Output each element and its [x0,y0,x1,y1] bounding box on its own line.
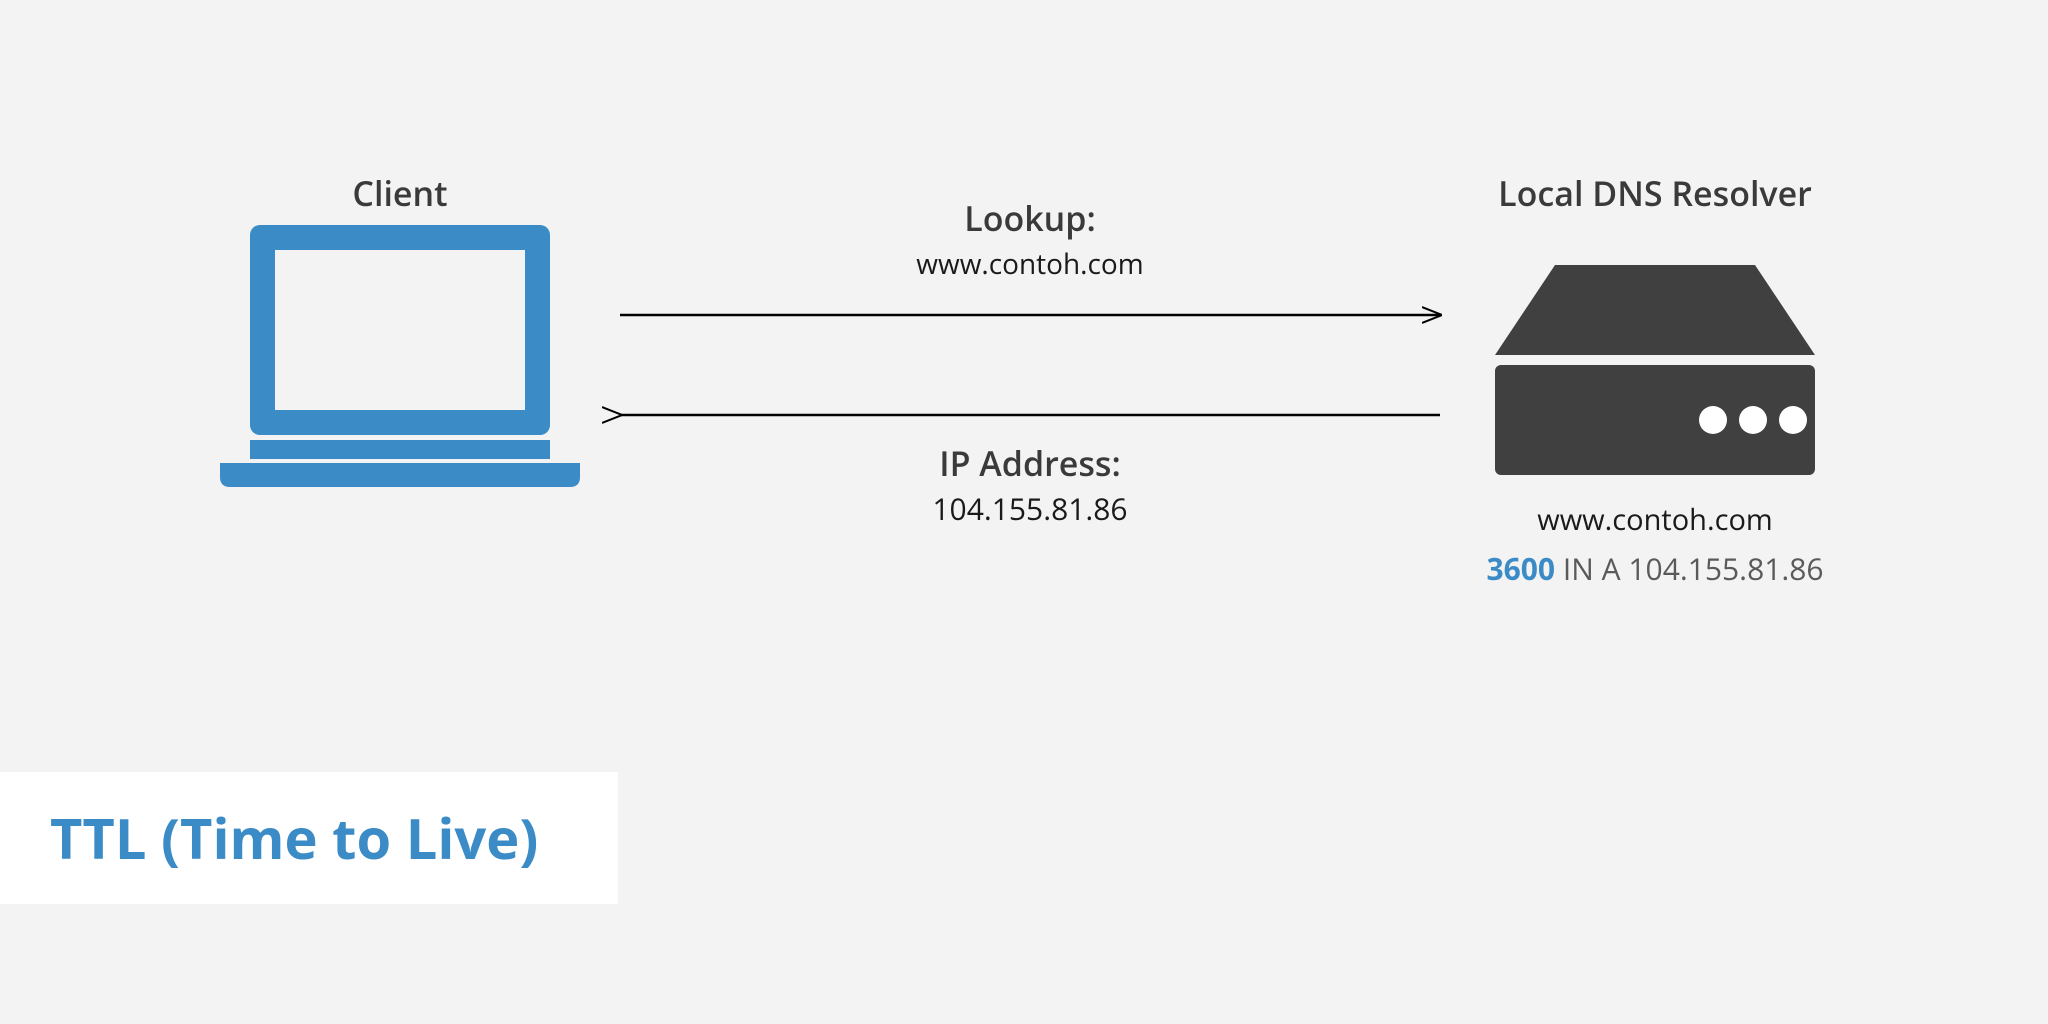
resolver-record: 3600 IN A 104.155.81.86 [1470,548,1840,589]
resolver-label: Local DNS Resolver [1470,170,1840,216]
banner-title: TTL (Time to Live) [50,800,538,876]
laptop-icon [220,225,580,487]
server-icon [1495,265,1815,475]
client-label: Client [300,170,500,216]
record-ttl-value: 3600 [1486,548,1555,589]
response-title: IP Address: [880,440,1180,486]
resolver-domain: www.contoh.com [1470,500,1840,539]
lookup-domain: www.contoh.com [880,245,1180,283]
title-banner: TTL (Time to Live) [0,772,618,904]
response-ip: 104.155.81.86 [880,488,1180,529]
lookup-title: Lookup: [880,195,1180,241]
record-rest: IN A 104.155.81.86 [1563,548,1824,589]
